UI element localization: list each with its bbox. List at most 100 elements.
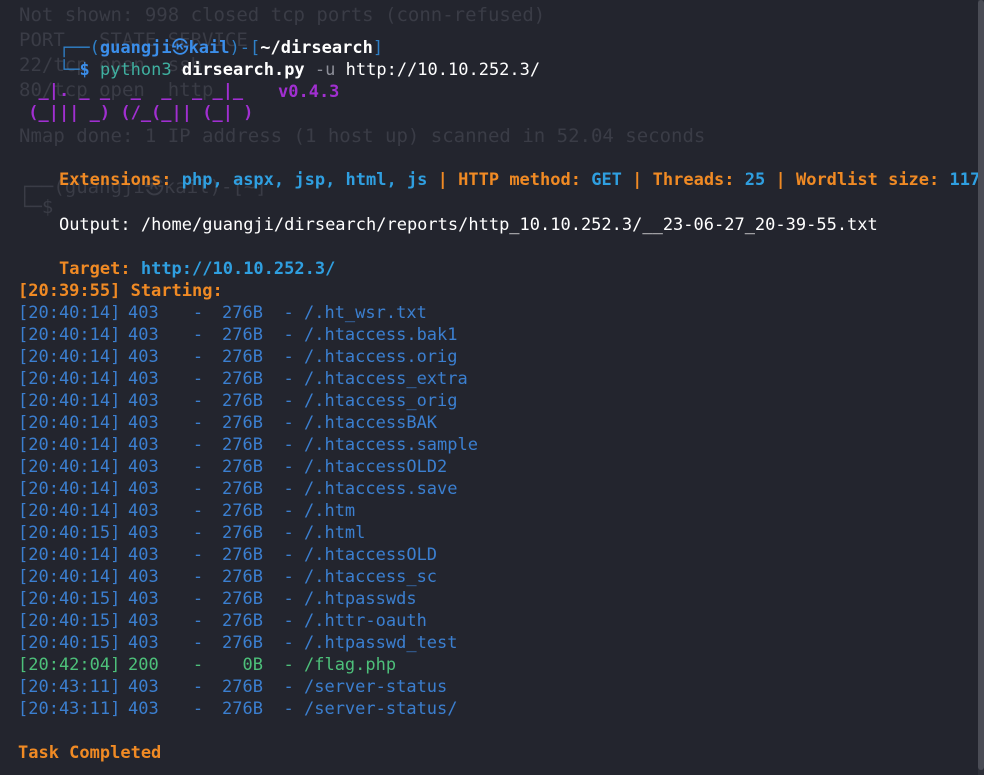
result-size: 276B	[222, 413, 263, 433]
threads-value: 25	[744, 170, 766, 190]
result-timestamp: [20:40:15]	[18, 589, 121, 609]
result-row: [20:40:15] 403 -276B - /.htpasswds	[18, 588, 417, 610]
result-dash: -	[192, 567, 204, 587]
result-dash: -	[283, 479, 294, 499]
result-dash: -	[283, 523, 294, 543]
result-row: [20:40:14] 403 -276B - /.htaccess.save	[18, 478, 458, 500]
result-path: /.httr-oauth	[303, 611, 427, 631]
result-dash: -	[283, 633, 294, 653]
command-url: http://10.10.252.3/	[345, 60, 541, 80]
result-row: [20:40:14] 403 -276B - /.htaccessOLD2	[18, 456, 447, 478]
result-timestamp: [20:40:14]	[18, 347, 121, 367]
result-status-code: 403	[128, 457, 159, 477]
result-dash: -	[192, 347, 204, 367]
result-size: 276B	[222, 369, 263, 389]
result-size: 276B	[222, 677, 263, 697]
result-path: /.htaccess.orig	[303, 347, 458, 367]
result-path: /.htaccessBAK	[303, 413, 438, 433]
version-label: v0.4.3	[278, 82, 340, 102]
result-status-code: 403	[128, 391, 159, 411]
command-option: -u	[314, 60, 336, 80]
result-dash: -	[192, 633, 204, 653]
result-timestamp: [20:40:14]	[18, 369, 121, 389]
starting-line: [20:39:55] Starting:	[18, 281, 223, 301]
result-timestamp: [20:40:14]	[18, 457, 121, 477]
result-path: /server-status	[303, 677, 448, 697]
result-row: [20:40:15] 403 -276B - /.htpasswd_test	[18, 632, 458, 654]
result-status-code: 403	[128, 633, 159, 653]
result-timestamp: [20:40:14]	[18, 479, 121, 499]
result-row: [20:40:14] 403 -276B - /.htaccess.orig	[18, 346, 458, 368]
result-dash: -	[192, 677, 204, 697]
result-size: 276B	[222, 501, 263, 521]
result-size: 276B	[222, 347, 263, 367]
result-row: [20:40:15] 403 -276B - /.httr-oauth	[18, 610, 427, 632]
task-completed: Task Completed	[18, 743, 162, 763]
command-line[interactable]: └─$ python3 dirsearch.py -u http://10.10…	[18, 37, 540, 80]
result-dash: -	[192, 369, 204, 389]
result-status-code: 403	[128, 523, 159, 543]
result-status-code: 200	[128, 655, 159, 675]
ghost-line: Nmap done: 1 IP address (1 host up) scan…	[19, 125, 706, 147]
result-row: [20:40:14] 403 -276B - /.ht_wsr.txt	[18, 302, 427, 324]
result-timestamp: [20:40:14]	[18, 435, 121, 455]
result-size: 276B	[222, 699, 263, 719]
target-line: Target: http://10.10.252.3/	[18, 236, 335, 279]
scrollbar[interactable]	[978, 0, 984, 775]
result-status-code: 403	[128, 567, 159, 587]
result-dash: -	[283, 391, 294, 411]
result-dash: -	[192, 435, 204, 455]
result-size: 276B	[222, 391, 263, 411]
dirsearch-logo-line1: _|. _ _ _ _ _ _|_	[18, 81, 244, 101]
result-dash: -	[283, 611, 294, 631]
result-status-code: 403	[128, 435, 159, 455]
result-status-code: 403	[128, 589, 159, 609]
result-status-code: 403	[128, 611, 159, 631]
result-dash: -	[283, 457, 294, 477]
result-size: 276B	[222, 611, 263, 631]
result-row: [20:40:14] 403 -276B - /.htm	[18, 500, 355, 522]
output-label: Output:	[58, 215, 141, 235]
result-status-code: 403	[128, 369, 159, 389]
result-row: [20:40:14] 403 -276B - /.htaccess_orig	[18, 390, 458, 412]
result-timestamp: [20:40:14]	[18, 545, 121, 565]
result-path: /.htaccessOLD	[303, 545, 438, 565]
result-dash: -	[283, 369, 294, 389]
result-status-code: 403	[128, 677, 159, 697]
result-path: /.htaccess.bak1	[303, 325, 458, 345]
config-line: Extensions: php, aspx, jsp, html, js | H…	[18, 147, 984, 190]
result-timestamp: [20:40:14]	[18, 391, 121, 411]
result-row: [20:40:14] 403 -276B - /.htaccessOLD	[18, 544, 437, 566]
result-dash: -	[283, 347, 294, 367]
target-label: Target:	[58, 259, 141, 279]
result-path: /server-status/	[303, 699, 458, 719]
result-status-code: 403	[128, 545, 159, 565]
prompt-dollar: $	[79, 60, 90, 80]
result-dash: -	[192, 413, 204, 433]
dirsearch-logo-line2: (_||| _) (/_(_|| (_| )	[18, 103, 254, 123]
result-status-code: 403	[128, 413, 159, 433]
result-status-code: 403	[128, 479, 159, 499]
result-row: [20:40:14] 403 -276B - /.htaccess_extra	[18, 368, 468, 390]
result-size: 276B	[222, 435, 263, 455]
result-dash: -	[283, 699, 294, 719]
scrollbar-thumb[interactable]	[978, 0, 984, 770]
result-path: /.htaccess_orig	[303, 391, 458, 411]
output-path: /home/guangji/dirsearch/reports/http_10.…	[140, 215, 878, 235]
threads-label: Threads:	[652, 170, 745, 190]
result-size: 0B	[242, 655, 263, 675]
result-path: /.htpasswds	[303, 589, 417, 609]
result-dash: -	[283, 545, 294, 565]
result-size: 276B	[222, 457, 263, 477]
result-path: /.htaccess_sc	[303, 567, 438, 587]
result-dash: -	[192, 303, 204, 323]
result-path: /flag.php	[303, 655, 397, 675]
result-path: /.htaccess.sample	[303, 435, 478, 455]
result-dash: -	[192, 611, 204, 631]
result-status-code: 403	[128, 347, 159, 367]
result-timestamp: [20:42:04]	[18, 655, 121, 675]
terminal-window[interactable]: Not shown: 998 closed tcp ports (conn-re…	[0, 0, 984, 775]
result-dash: -	[283, 435, 294, 455]
result-timestamp: [20:40:14]	[18, 325, 121, 345]
result-size: 276B	[222, 567, 263, 587]
